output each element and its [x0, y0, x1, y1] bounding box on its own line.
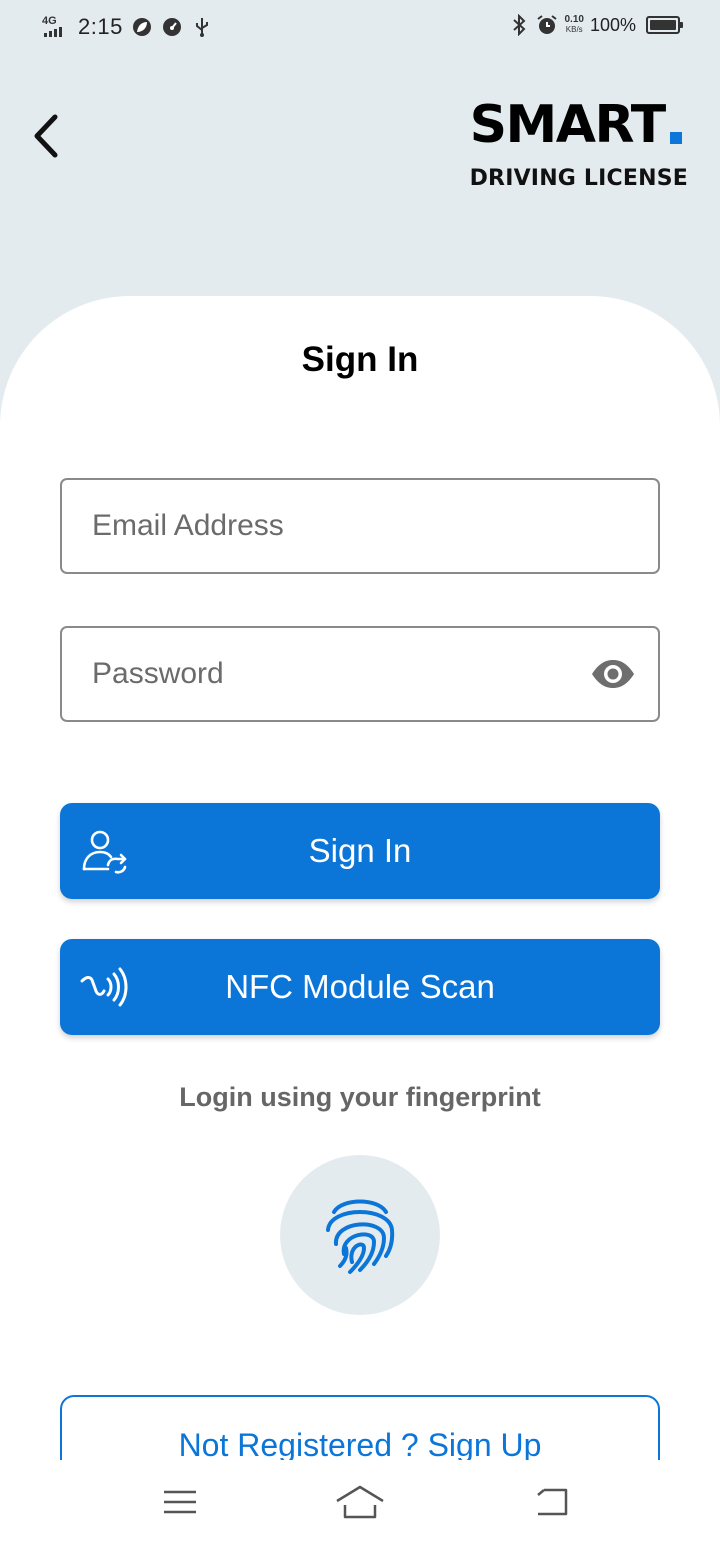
battery-icon: [646, 16, 683, 34]
status-bar-left: 4G 2:15: [42, 14, 213, 40]
chevron-left-icon: [34, 114, 58, 158]
password-field[interactable]: [60, 626, 660, 722]
speedometer-app-icon: [161, 16, 183, 38]
usb-icon: [191, 16, 213, 38]
bluetooth-icon: [508, 14, 530, 36]
status-bar-right: 0.10 KB/s 100%: [508, 14, 683, 36]
battery-percentage: 100%: [589, 14, 636, 35]
nav-back-button[interactable]: [520, 1480, 580, 1524]
email-field[interactable]: [60, 478, 660, 574]
back-icon: [537, 1488, 568, 1516]
menu-icon: [164, 1490, 196, 1514]
signal-icon: 4G: [42, 15, 70, 39]
network-type: 4G: [42, 15, 57, 27]
home-icon: [336, 1485, 384, 1519]
sign-in-card: Sign In Sign In: [0, 296, 720, 1460]
brand-dot: [669, 132, 682, 144]
network-speed-value: 0.10: [564, 14, 584, 25]
sign-up-button[interactable]: Not Registered ? Sign Up: [60, 1395, 660, 1460]
alarm-icon: [536, 14, 558, 36]
nfc-scan-button[interactable]: NFC Module Scan: [60, 939, 660, 1035]
password-input[interactable]: [62, 628, 658, 720]
leaf-app-icon: [131, 16, 153, 38]
fingerprint-icon: [326, 1199, 395, 1274]
system-nav-bar: [0, 1460, 720, 1544]
clock: 2:15: [78, 14, 123, 39]
sign-in-button-label: Sign In: [308, 832, 412, 869]
back-button[interactable]: [24, 108, 68, 164]
nfc-icon: [78, 961, 130, 1013]
nav-home-button[interactable]: [330, 1480, 390, 1524]
sign-in-button[interactable]: Sign In: [60, 803, 660, 899]
password-visibility-toggle[interactable]: [590, 654, 636, 694]
page-title: Sign In: [301, 340, 419, 379]
fingerprint-login-button[interactable]: [280, 1155, 440, 1315]
brand-tagline: DRIVING LICENSE: [469, 166, 688, 191]
network-speed-unit: KB/s: [565, 25, 583, 34]
status-bar: 4G 2:15 0.10 KB/s 100%: [0, 0, 720, 58]
nav-menu-button[interactable]: [150, 1480, 210, 1524]
brand-name: SMART: [469, 95, 667, 155]
user-login-icon: [78, 825, 130, 877]
brand-wordmark: SMART: [470, 98, 688, 152]
brand-logo: SMART DRIVING LICENSE: [470, 98, 688, 191]
nfc-button-label: NFC Module Scan: [225, 968, 495, 1005]
fingerprint-caption: Login using your fingerprint: [179, 1082, 541, 1112]
eye-icon: [592, 660, 634, 688]
email-input[interactable]: [62, 480, 658, 572]
network-speed: 0.10 KB/s: [564, 15, 583, 35]
